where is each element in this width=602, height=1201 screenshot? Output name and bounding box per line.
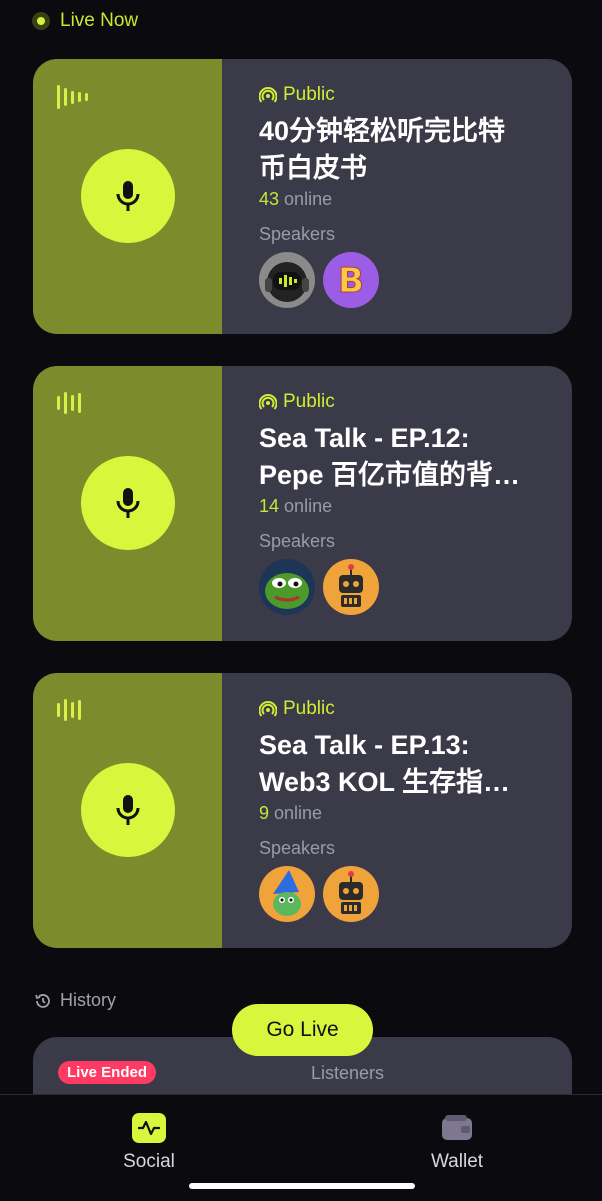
microphone-button[interactable]: [81, 456, 175, 550]
microphone-icon: [116, 488, 140, 518]
visibility-badge: Public: [259, 698, 335, 720]
live-room-card[interactable]: Public Sea Talk - EP.13: Web3 KOL 生存指… 9…: [33, 673, 572, 948]
audio-bars-icon: [57, 699, 81, 721]
live-room-card[interactable]: Public 40分钟轻松听完比特 币白皮书 43 online Speaker…: [33, 59, 572, 334]
robot-avatar[interactable]: [323, 559, 379, 615]
room-title: Sea Talk - EP.13: Web3 KOL 生存指…: [259, 727, 529, 801]
live-now-header: Live Now: [32, 10, 138, 32]
visibility-label: Public: [283, 698, 335, 719]
microphone-icon: [116, 181, 140, 211]
speaker-avatars: B: [259, 252, 379, 308]
history-icon: [35, 993, 50, 1008]
tab-wallet-label: Wallet: [430, 1151, 484, 1172]
room-title: 40分钟轻松听完比特 币白皮书: [259, 113, 529, 187]
robot-avatar[interactable]: [323, 866, 379, 922]
visibility-badge: Public: [259, 391, 335, 413]
online-count: 43 online: [259, 189, 333, 209]
broadcast-icon: [259, 87, 277, 103]
speakers-label: Speakers: [259, 224, 336, 244]
microphone-button[interactable]: [81, 763, 175, 857]
broadcast-icon: [259, 701, 277, 717]
svg-text:B: B: [338, 261, 364, 301]
online-count: 9 online: [259, 803, 323, 823]
history-header: History: [34, 990, 116, 1011]
activity-icon: [132, 1113, 166, 1143]
live-now-label: Live Now: [60, 10, 139, 31]
pepe-avatar[interactable]: [259, 559, 315, 615]
robot-headphones-avatar[interactable]: [259, 252, 315, 308]
online-count: 14 online: [259, 496, 333, 516]
live-room-card[interactable]: Public Sea Talk - EP.12: Pepe 百亿市值的背… 14…: [33, 366, 572, 641]
speakers-label: Speakers: [259, 531, 336, 551]
room-cover: [33, 59, 222, 334]
go-live-button[interactable]: Go Live: [232, 1004, 373, 1056]
tab-wallet[interactable]: Wallet: [416, 1113, 498, 1173]
room-cover: [33, 673, 222, 948]
room-title-line1: Sea Talk - EP.13:: [259, 730, 470, 760]
speakers-label: Speakers: [259, 838, 336, 858]
live-ended-badge: Live Ended: [58, 1061, 157, 1084]
visibility-label: Public: [283, 391, 335, 412]
room-title-line1: 40分钟轻松听完比特: [259, 116, 506, 146]
live-dot-icon: [32, 12, 50, 30]
room-title-line1: Sea Talk - EP.12:: [259, 423, 470, 453]
home-indicator[interactable]: [189, 1183, 415, 1189]
broadcast-icon: [259, 394, 277, 410]
room-title-line2: Pepe 百亿市值的背…: [259, 460, 521, 490]
tab-social-label: Social: [123, 1151, 175, 1172]
audio-bars-icon: [57, 392, 81, 414]
listeners-label: Listeners: [311, 1063, 385, 1083]
visibility-label: Public: [283, 84, 335, 105]
wizard-frog-avatar[interactable]: [259, 866, 315, 922]
room-cover: [33, 366, 222, 641]
speaker-avatars: [259, 559, 379, 615]
bitcoin-avatar[interactable]: B: [323, 252, 379, 308]
history-label: History: [60, 990, 117, 1010]
audio-bars-icon: [57, 85, 88, 109]
microphone-button[interactable]: [81, 149, 175, 243]
room-title-line2: 币白皮书: [259, 153, 367, 183]
microphone-icon: [116, 795, 140, 825]
room-title-line2: Web3 KOL 生存指…: [259, 767, 511, 797]
tab-social[interactable]: Social: [108, 1113, 190, 1173]
speaker-avatars: [259, 866, 379, 922]
wallet-icon: [440, 1113, 474, 1143]
room-title: Sea Talk - EP.12: Pepe 百亿市值的背…: [259, 420, 529, 494]
visibility-badge: Public: [259, 84, 335, 106]
